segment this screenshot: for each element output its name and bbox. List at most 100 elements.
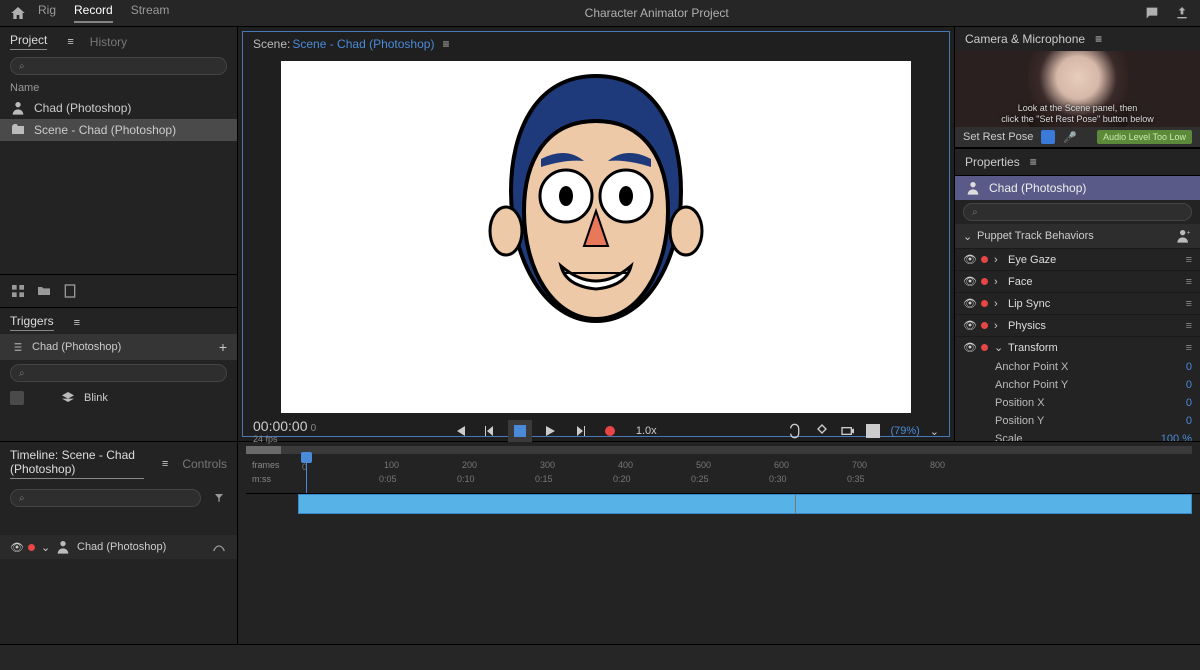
mode-stream[interactable]: Stream [131, 3, 170, 23]
scene-menu-icon[interactable]: ≡ [442, 37, 449, 51]
drag-handle-icon[interactable]: ≡ [1186, 298, 1192, 310]
project-menu-icon[interactable]: ≡ [67, 36, 73, 48]
eye-icon[interactable]: 👁 [10, 541, 22, 554]
chevron-down-icon[interactable]: ⌄ [41, 541, 49, 554]
chevron-down-icon[interactable]: ⌄ [994, 341, 1002, 354]
behavior-physics[interactable]: Physics [1008, 320, 1180, 332]
grid-icon[interactable] [10, 283, 26, 299]
playhead[interactable] [306, 458, 307, 493]
chevron-right-icon[interactable]: › [994, 276, 1002, 288]
behavior-transform[interactable]: Transform [1008, 342, 1180, 354]
mode-record[interactable]: Record [74, 3, 113, 23]
prev-frame-button[interactable] [478, 420, 502, 442]
camera-menu-icon[interactable]: ≡ [1095, 32, 1102, 46]
prop-anchor-x-label: Anchor Point X [995, 361, 1186, 373]
scrubber-thumb[interactable] [246, 446, 281, 454]
chevron-down-icon[interactable]: ⌄ [963, 230, 971, 243]
arm-record-icon[interactable] [981, 256, 988, 263]
prop-anchor-y-value[interactable]: 0 [1186, 379, 1192, 391]
properties-search-input[interactable] [963, 203, 1192, 221]
camera-preview[interactable]: Look at the Scene panel, then click the … [955, 51, 1200, 127]
subframe: 0 [311, 423, 317, 434]
record-button[interactable] [598, 420, 622, 442]
project-search-input[interactable] [10, 57, 227, 75]
swap-icon[interactable] [10, 339, 26, 355]
triggers-search-input[interactable] [10, 364, 227, 382]
tab-history[interactable]: History [90, 35, 127, 49]
loop-icon[interactable] [788, 423, 804, 439]
arm-record-icon[interactable] [981, 300, 988, 307]
tick-frame: 300 [540, 460, 555, 470]
playback-speed[interactable]: 1.0x [636, 425, 657, 437]
properties-header: Properties [965, 155, 1020, 169]
arm-record-icon[interactable] [981, 278, 988, 285]
triggers-menu-icon[interactable]: ≡ [74, 317, 80, 329]
properties-menu-icon[interactable]: ≡ [1030, 155, 1037, 169]
next-frame-button[interactable] [568, 420, 592, 442]
zoom-chevron-icon[interactable]: ⌄ [930, 425, 939, 438]
prop-scale-value[interactable]: 100 % [1161, 433, 1192, 441]
timeline-area[interactable]: frames m:ss 0 1000:052000:103000:154000:… [238, 442, 1200, 644]
project-name-header: Name [0, 79, 237, 97]
stop-button[interactable] [508, 420, 532, 442]
tab-project[interactable]: Project [10, 33, 47, 50]
share-icon[interactable] [1174, 5, 1190, 21]
timeline-clip[interactable] [298, 494, 1192, 514]
zoom-level[interactable]: (79%) [890, 425, 919, 437]
set-rest-pose-button[interactable]: Set Rest Pose [963, 131, 1033, 143]
bg-color-swatch[interactable] [866, 424, 880, 438]
timeline-search-input[interactable] [10, 489, 201, 507]
arm-record-icon[interactable] [28, 544, 35, 551]
prop-position-y-value[interactable]: 0 [1186, 415, 1192, 427]
microphone-toggle-icon[interactable]: 🎤 [1063, 131, 1077, 144]
scene-name[interactable]: Scene - Chad (Photoshop) [292, 37, 434, 51]
drag-handle-icon[interactable]: ≡ [1186, 254, 1192, 266]
drag-handle-icon[interactable]: ≡ [1186, 342, 1192, 354]
eye-icon[interactable]: 👁 [963, 341, 975, 354]
behavior-eye-gaze[interactable]: Eye Gaze [1008, 254, 1180, 266]
mode-rig[interactable]: Rig [38, 3, 56, 23]
filter-icon[interactable] [211, 490, 227, 506]
behavior-face[interactable]: Face [1008, 276, 1180, 288]
add-trigger-button[interactable]: + [219, 339, 227, 355]
trigger-key-icon[interactable] [10, 391, 24, 405]
scene-canvas[interactable] [281, 61, 911, 413]
tab-timeline[interactable]: Timeline: Scene - Chad (Photoshop) [10, 448, 144, 479]
new-doc-icon[interactable] [62, 283, 78, 299]
work-area-end[interactable] [795, 494, 796, 514]
project-item-scene[interactable]: Scene - Chad (Photoshop) [0, 119, 237, 141]
project-item-puppet[interactable]: Chad (Photoshop) [0, 97, 237, 119]
eye-icon[interactable]: 👁 [963, 253, 975, 266]
behavior-lip-sync[interactable]: Lip Sync [1008, 298, 1180, 310]
timeline-ruler[interactable]: frames m:ss 0 1000:052000:103000:154000:… [246, 458, 1200, 494]
eye-icon[interactable]: 👁 [963, 319, 975, 332]
tab-triggers[interactable]: Triggers [10, 314, 54, 331]
chevron-right-icon[interactable]: › [994, 254, 1002, 266]
snapshot-icon[interactable] [814, 423, 830, 439]
folder-icon[interactable] [36, 283, 52, 299]
camera-icon[interactable] [840, 423, 856, 439]
drag-handle-icon[interactable]: ≡ [1186, 276, 1192, 288]
play-button[interactable] [538, 420, 562, 442]
timecode[interactable]: 00:00:00 [253, 418, 308, 434]
chevron-right-icon[interactable]: › [994, 298, 1002, 310]
add-behavior-icon[interactable]: + [1176, 228, 1192, 244]
arm-record-icon[interactable] [981, 322, 988, 329]
eye-icon[interactable]: 👁 [963, 297, 975, 310]
chat-icon[interactable] [1144, 5, 1160, 21]
timeline-scrubber[interactable] [246, 446, 1192, 454]
home-icon[interactable] [10, 5, 26, 21]
chevron-right-icon[interactable]: › [994, 320, 1002, 332]
timeline-track-name[interactable]: Chad (Photoshop) [77, 541, 166, 553]
webcam-toggle-icon[interactable] [1041, 130, 1055, 144]
tab-controls[interactable]: Controls [182, 457, 227, 471]
timeline-menu-icon[interactable]: ≡ [162, 458, 168, 470]
prop-position-x-value[interactable]: 0 [1186, 397, 1192, 409]
eye-icon[interactable]: 👁 [963, 275, 975, 288]
arm-record-icon[interactable] [981, 344, 988, 351]
blend-icon[interactable] [211, 539, 227, 555]
goto-start-button[interactable] [448, 420, 472, 442]
trigger-blink[interactable]: Blink [84, 392, 108, 404]
prop-anchor-x-value[interactable]: 0 [1186, 361, 1192, 373]
drag-handle-icon[interactable]: ≡ [1186, 320, 1192, 332]
